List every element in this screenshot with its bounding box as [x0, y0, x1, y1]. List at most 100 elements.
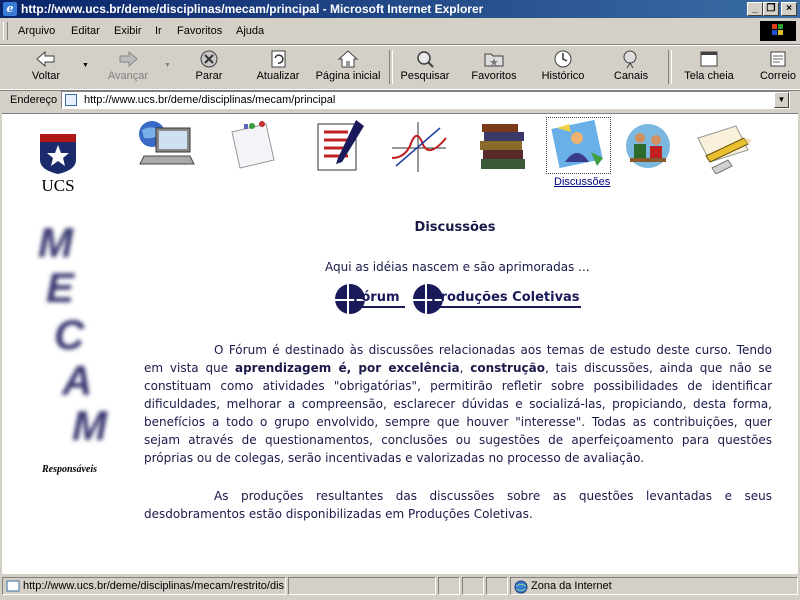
history-icon: [554, 50, 572, 68]
forward-arrow-icon: [119, 50, 138, 68]
para1-rest: , tais discussões, ainda que não se cons…: [144, 361, 772, 465]
fullscreen-button[interactable]: Tela cheia: [678, 47, 740, 87]
pencil-paper-icon[interactable]: [692, 118, 754, 175]
channels-label: Canais: [613, 70, 649, 82]
graph-icon[interactable]: [388, 118, 450, 174]
menu-arquivo[interactable]: Arquivo: [18, 25, 55, 37]
address-dropdown-icon[interactable]: ▼: [774, 92, 789, 108]
responsaveis-link[interactable]: Responsáveis: [42, 464, 97, 475]
channels-button[interactable]: Canais: [608, 47, 654, 87]
refresh-button[interactable]: Atualizar: [250, 47, 306, 87]
books-icon[interactable]: [472, 118, 534, 174]
ucs-logo-text: UCS: [41, 176, 75, 195]
notepad-icon[interactable]: [222, 118, 284, 174]
stop-icon: [200, 50, 218, 68]
mail-icon: [770, 51, 786, 67]
mecam-letter: E: [46, 264, 75, 311]
favorites-label: Favoritos: [471, 70, 517, 82]
forward-button[interactable]: Avançar: [100, 47, 156, 87]
status-panel: [462, 577, 484, 595]
search-button[interactable]: Pesquisar: [398, 47, 452, 87]
fullscreen-icon: [700, 51, 718, 67]
active-nav-frame: [546, 117, 611, 174]
address-input[interactable]: http://www.ucs.br/deme/disciplinas/mecam…: [61, 91, 790, 109]
address-url[interactable]: http://www.ucs.br/deme/disciplinas/mecam…: [84, 94, 335, 106]
mail-button[interactable]: Correio: [756, 47, 800, 87]
toolbar-grip: [3, 22, 8, 40]
status-url: http://www.ucs.br/deme/disciplinas/mecam…: [23, 580, 285, 592]
home-label: Página inicial: [315, 70, 381, 82]
intro-text: Aqui as idéias nascem e são aprimoradas …: [325, 260, 590, 274]
ucs-logo[interactable]: UCS: [34, 132, 82, 196]
status-zone: Zona da Internet: [531, 580, 612, 592]
menu-exibir[interactable]: Exibir: [114, 25, 142, 37]
favorites-button[interactable]: Favoritos: [466, 47, 522, 87]
menu-ir[interactable]: Ir: [155, 25, 162, 37]
address-label: Endereço: [10, 94, 58, 106]
status-panel: [288, 577, 436, 595]
forum-description: O Fórum é destinado às discussões relaci…: [144, 341, 772, 467]
search-icon: [417, 51, 434, 68]
mecam-letter: M: [72, 402, 107, 449]
para1-bold2: construção: [470, 361, 545, 375]
para1-bold1: aprendizagem é, por excelência: [234, 361, 460, 375]
mail-label: Correio: [759, 70, 797, 82]
status-bar: http://www.ucs.br/deme/disciplinas/mecam…: [0, 575, 800, 600]
minimize-button[interactable]: _: [747, 2, 763, 16]
forum-link[interactable]: Fórum: [335, 282, 407, 316]
mecam-letter: C: [54, 311, 85, 358]
back-button[interactable]: Voltar: [22, 47, 70, 87]
restore-button[interactable]: ❐: [763, 2, 779, 16]
back-dropdown-icon[interactable]: ▼: [82, 62, 89, 69]
para1-comma: ,: [459, 361, 471, 375]
mecam-side-title: M E C A M: [30, 219, 120, 459]
refresh-label: Atualizar: [256, 70, 300, 82]
fullscreen-label: Tela cheia: [684, 70, 734, 82]
forward-dropdown-icon[interactable]: ▼: [164, 62, 171, 69]
stop-label: Parar: [195, 70, 223, 82]
ie-icon: e: [3, 2, 17, 16]
stop-button[interactable]: Parar: [184, 47, 234, 87]
status-panel: [438, 577, 460, 595]
address-bar: Endereço http://www.ucs.br/deme/discipli…: [0, 89, 800, 112]
forum-link-underline: [353, 306, 405, 308]
history-label: Histórico: [541, 70, 585, 82]
back-arrow-icon: [36, 50, 55, 68]
close-button[interactable]: ×: [781, 2, 797, 16]
home-button[interactable]: Página inicial: [314, 47, 382, 87]
page-icon: [65, 94, 77, 106]
menu-editar[interactable]: Editar: [71, 25, 100, 37]
page-title-text: Discussões: [414, 220, 496, 235]
home-icon: [337, 50, 359, 68]
page-icon: [6, 580, 20, 592]
producoes-link-text: Produções Coletivas: [431, 290, 580, 305]
back-label: Voltar: [31, 70, 61, 82]
window-title: http://www.ucs.br/deme/disciplinas/mecam…: [21, 2, 484, 16]
productions-description: As produções resultantes das discussões …: [144, 489, 772, 521]
mecam-letter: A: [62, 357, 93, 404]
page-content: UCS M E C A M Responsáveis Discussões Di…: [2, 113, 798, 574]
status-zone-panel: Zona da Internet: [510, 577, 798, 595]
people-icon[interactable]: [618, 118, 680, 174]
refresh-icon: [271, 50, 286, 68]
internet-computer-icon[interactable]: [134, 118, 196, 174]
channels-satellite-icon: [623, 50, 637, 69]
favorites-folder-icon: [484, 53, 504, 67]
producoes-coletivas-link[interactable]: Produções Coletivas: [413, 282, 581, 316]
nav-discussoes-link[interactable]: Discussões: [554, 176, 610, 188]
menu-favoritos[interactable]: Favoritos: [177, 25, 222, 37]
history-button[interactable]: Histórico: [538, 47, 588, 87]
checklist-icon[interactable]: [308, 118, 370, 174]
status-panel: [486, 577, 508, 595]
toolbar-separator: [389, 50, 393, 84]
page-title: Discussões: [2, 220, 798, 235]
title-bar: e http://www.ucs.br/deme/disciplinas/mec…: [0, 0, 800, 18]
forum-link-text: Fórum: [353, 290, 400, 305]
status-url-panel: http://www.ucs.br/deme/disciplinas/mecam…: [2, 577, 286, 595]
menu-ajuda[interactable]: Ajuda: [236, 25, 264, 37]
standard-toolbar: Voltar ▼ Avançar ▼ Parar Atualizar Págin…: [0, 45, 800, 91]
producoes-link-underline: [431, 306, 581, 308]
forward-label: Avançar: [107, 70, 149, 82]
menu-bar: Arquivo Editar Exibir Ir Favoritos Ajuda: [0, 18, 800, 45]
windows-logo-icon: [760, 21, 796, 41]
